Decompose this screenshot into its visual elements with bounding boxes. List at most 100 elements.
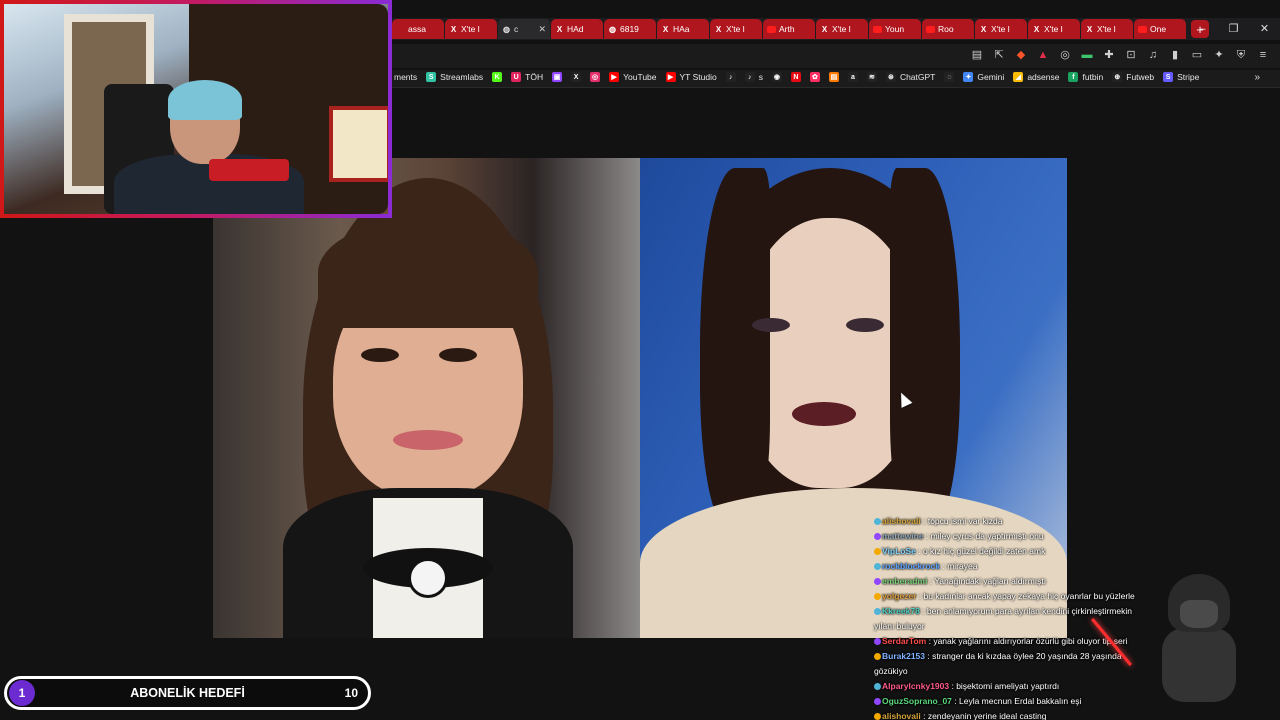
maximize-button[interactable]: ❐ xyxy=(1218,18,1249,40)
extensions-icon[interactable]: ✚ xyxy=(1102,48,1116,62)
browser-tab[interactable]: assa xyxy=(392,19,444,39)
bookmark-item[interactable]: ♪ s xyxy=(744,72,763,82)
bookmark-item[interactable]: N xyxy=(790,72,801,82)
chat-message: yolgezer : bu kadınlar ancak yapay zekay… xyxy=(874,589,1154,604)
browser-tab[interactable]: X X'te l xyxy=(1028,19,1080,39)
bookmark-favicon-icon: ≋ xyxy=(866,72,877,82)
bookmark-label: futbin xyxy=(1082,72,1104,82)
menu-icon[interactable]: ≡ xyxy=(1256,48,1270,62)
bookmark-favicon-icon: a xyxy=(847,72,858,82)
sidebar-icon[interactable]: ▮ xyxy=(1168,48,1182,62)
close-window-button[interactable]: ✕ xyxy=(1249,18,1280,40)
chat-username: rockblockrock xyxy=(882,561,941,571)
bookmarks-overflow-button[interactable]: » xyxy=(1254,72,1260,83)
globe-icon: ◍ xyxy=(503,24,510,34)
bookmark-item[interactable]: ments xyxy=(394,72,417,82)
share-icon[interactable]: ⇱ xyxy=(992,48,1006,62)
browser-tab[interactable]: Roo xyxy=(922,19,974,39)
bookmark-label: Stripe xyxy=(1177,72,1200,82)
chat-username: alishovali xyxy=(882,711,921,720)
chat-message: Burak2153 : stranger da ki kızdaa öylee … xyxy=(874,649,1154,679)
bookmark-item[interactable]: S Stripe xyxy=(1163,72,1199,82)
bookmark-item[interactable]: X xyxy=(571,72,582,82)
chat-text: : bişektomi ameliyatı yaptırdı xyxy=(949,681,1060,691)
tab-label: X'te l xyxy=(1097,24,1116,34)
browser-tab[interactable]: ◍ 6819 xyxy=(604,19,656,39)
bookmark-item[interactable]: ▶ YouTube xyxy=(609,72,657,82)
browser-tab[interactable]: ◍ c ✕ xyxy=(498,19,550,39)
chat-message: Alparylcnky1903 : bişektomi ameliyatı ya… xyxy=(874,679,1154,694)
browser-tab[interactable]: X X'te l xyxy=(445,19,497,39)
extension-green-icon[interactable]: ▬ xyxy=(1080,48,1094,62)
x-icon: X xyxy=(1086,24,1093,34)
bookmark-item[interactable]: ≋ xyxy=(866,72,877,82)
bookmark-item[interactable]: ◌ xyxy=(944,72,955,82)
bookmark-item[interactable]: ▣ xyxy=(552,72,563,82)
bookmark-favicon-icon: ▤ xyxy=(828,72,839,82)
bookmark-item[interactable]: ◉ xyxy=(771,72,782,82)
bookmark-label: Streamlabs xyxy=(440,72,484,82)
browser-tab[interactable]: X HAd xyxy=(551,19,603,39)
bookmark-favicon-icon: U xyxy=(511,72,522,82)
browser-tab[interactable]: One xyxy=(1134,19,1186,39)
bookmark-item[interactable]: f futbin xyxy=(1068,72,1103,82)
chat-text: : zendeyanin yerine ideal casting xyxy=(920,711,1047,720)
bookmark-item[interactable]: U TÖH xyxy=(511,72,543,82)
bookmark-item[interactable]: ✦ Gemini xyxy=(963,72,1004,82)
bookmark-item[interactable]: S Streamlabs xyxy=(426,72,483,82)
chat-text: : Yanağındaki yağları aldırmıştı xyxy=(927,576,1047,586)
bookmark-item[interactable]: ✿ xyxy=(809,72,820,82)
window-controls: – ❐ ✕ xyxy=(1187,18,1280,40)
x-icon: X xyxy=(556,24,563,34)
chat-username: yolgezer xyxy=(882,591,917,601)
x-icon: X xyxy=(1033,24,1040,34)
vpn-icon[interactable]: ⛨ xyxy=(1234,48,1248,62)
x-icon: X xyxy=(450,24,457,34)
browser-tab[interactable]: X X'te l xyxy=(1081,19,1133,39)
tab-label: Arth xyxy=(779,24,795,34)
bookmark-item[interactable]: ⊛ ChatGPT xyxy=(885,72,936,82)
tab-label: HAa xyxy=(673,24,690,34)
browser-tab[interactable]: X X'te l xyxy=(816,19,868,39)
bookmark-item[interactable]: ▤ xyxy=(828,72,839,82)
wallet-icon[interactable]: ▭ xyxy=(1190,48,1204,62)
browser-tab[interactable]: X X'te l xyxy=(710,19,762,39)
browser-tab[interactable]: Youn xyxy=(869,19,921,39)
globe-icon: ◍ xyxy=(609,24,616,34)
chat-badge-icon xyxy=(874,683,881,690)
reader-mode-icon[interactable]: ▤ xyxy=(970,48,984,62)
chat-badge-icon xyxy=(874,638,881,645)
bookmark-favicon-icon: ▶ xyxy=(665,72,676,82)
bookmark-favicon-icon: S xyxy=(426,72,437,82)
chat-text: : bu kadınlar ancak yapay zekaya hiç oya… xyxy=(916,591,1135,601)
bookmark-item[interactable]: ◎ xyxy=(590,72,601,82)
bookmark-item[interactable]: ▶ YT Studio xyxy=(665,72,717,82)
goal-current-count: 1 xyxy=(9,680,35,706)
bookmark-item[interactable]: ⊕ Futweb xyxy=(1112,72,1154,82)
brave-rewards-icon[interactable]: ▲ xyxy=(1036,48,1050,62)
chat-username: VipLoSe xyxy=(882,546,916,556)
bookmark-item[interactable]: K xyxy=(492,72,503,82)
tab-label: X'te l xyxy=(461,24,480,34)
brave-shields-icon[interactable]: ◆ xyxy=(1014,48,1028,62)
bookmark-item[interactable]: ♪ xyxy=(725,72,736,82)
bookmark-label: ChatGPT xyxy=(899,72,936,82)
comparison-photo-left xyxy=(213,158,640,638)
media-icon[interactable]: ♫ xyxy=(1146,48,1160,62)
minimize-button[interactable]: – xyxy=(1187,18,1218,40)
bookmark-label: ments xyxy=(394,72,418,82)
chat-badge-icon xyxy=(874,533,881,540)
browser-tab[interactable]: X X'te l xyxy=(975,19,1027,39)
bookmark-item[interactable]: a xyxy=(847,72,858,82)
browser-tab[interactable]: Arth xyxy=(763,19,815,39)
browser-tab[interactable]: X HAa xyxy=(657,19,709,39)
subscription-goal-bar: 1 ABONELİK HEDEFİ 10 xyxy=(4,676,371,710)
close-tab-icon[interactable]: ✕ xyxy=(538,24,546,35)
leo-ai-icon[interactable]: ✦ xyxy=(1212,48,1226,62)
screenshot-icon[interactable]: ⊡ xyxy=(1124,48,1138,62)
chat-badge-icon xyxy=(874,698,881,705)
extension-glasses-icon[interactable]: ◎ xyxy=(1058,48,1072,62)
bookmark-item[interactable]: ◢ adsense xyxy=(1013,72,1059,82)
toolbar-icons: ▤ ⇱ ◆ ▲ ◎ ▬ ✚ ⊡ ♫ ▮ ▭ ✦ ⛨ ≡ xyxy=(970,48,1270,62)
chat-username: emberadmi xyxy=(882,576,928,586)
